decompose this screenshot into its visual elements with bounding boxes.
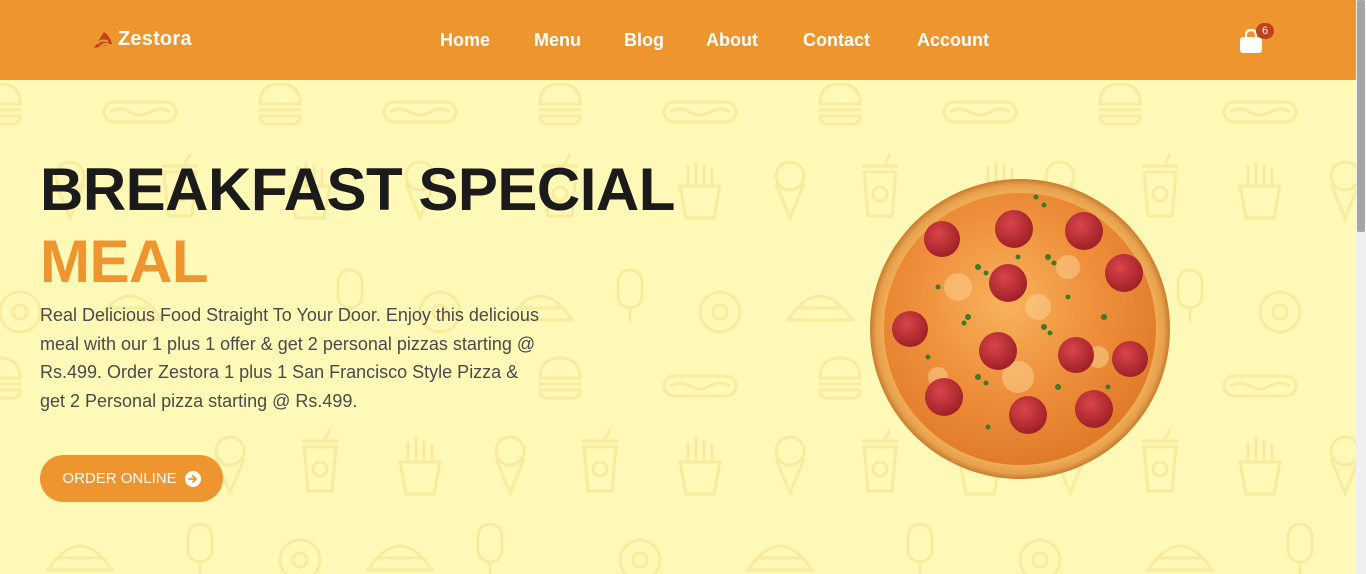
nav-link-menu[interactable]: Menu: [534, 30, 581, 51]
order-online-label: ORDER ONLINE: [62, 470, 177, 487]
page-scrollbar[interactable]: [1356, 0, 1366, 574]
hero-title: BREAKFAST SPECIAL: [40, 156, 675, 223]
hero-description: Real Delicious Food Straight To Your Doo…: [40, 305, 539, 411]
hero-title-accent: MEAL: [40, 228, 208, 295]
nav-link-contact[interactable]: Contact: [803, 30, 870, 51]
nav-link-blog[interactable]: Blog: [624, 30, 664, 51]
top-navbar: Zestora Home Menu Blog About Contact Acc…: [0, 0, 1356, 80]
nav-link-account[interactable]: Account: [917, 30, 989, 51]
nav-link-about[interactable]: About: [706, 30, 758, 51]
cart-button[interactable]: 6: [1238, 23, 1278, 56]
cart-count-badge: 6: [1256, 23, 1274, 39]
brand-name: Zestora: [118, 28, 192, 50]
pizza-slice-icon: [92, 30, 114, 50]
hero-section: BREAKFAST SPECIAL MEAL Real Delicious Fo…: [0, 80, 1356, 574]
scrollbar-thumb[interactable]: [1357, 0, 1365, 232]
brand-logo-link[interactable]: Zestora: [92, 28, 192, 51]
pizza-image: [870, 179, 1170, 479]
order-online-button[interactable]: ORDER ONLINE: [40, 455, 223, 502]
nav-link-home[interactable]: Home: [440, 30, 490, 51]
arrow-right-circle-icon: [184, 470, 201, 487]
